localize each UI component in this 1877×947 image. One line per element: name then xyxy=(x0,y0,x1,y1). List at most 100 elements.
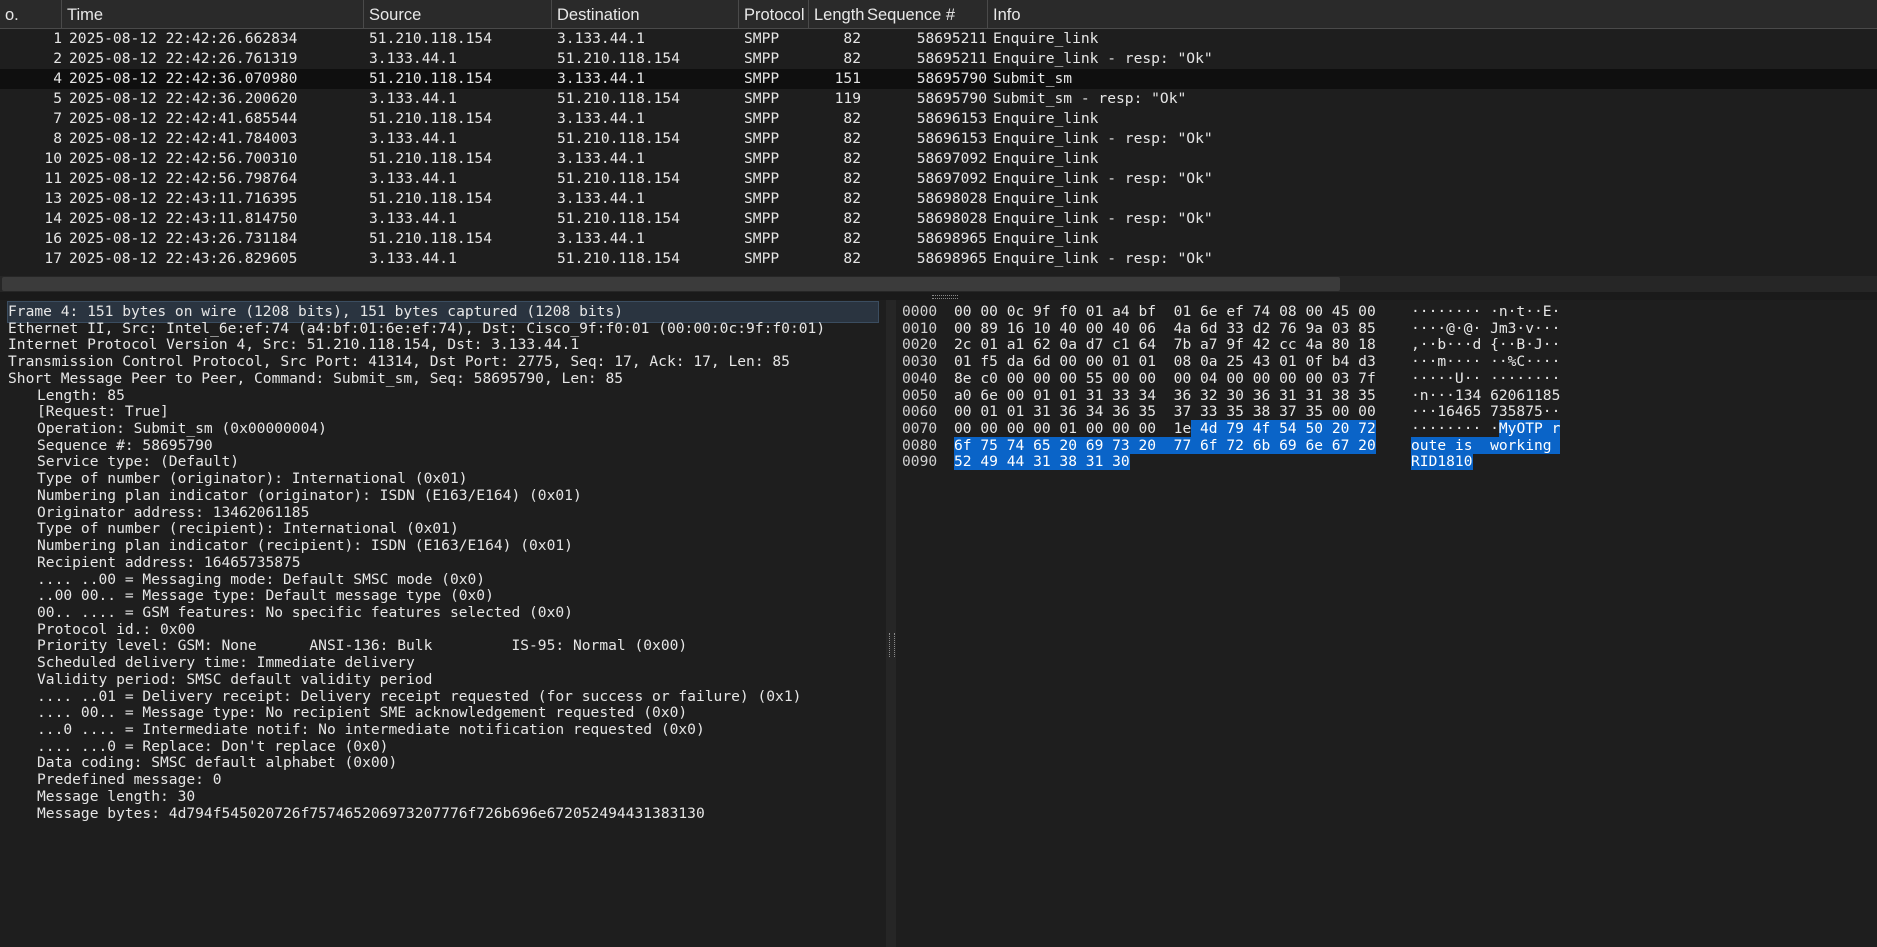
column-header-protocol[interactable]: Protocol xyxy=(739,0,809,28)
packet-source: 51.210.118.154 xyxy=(369,30,493,47)
packet-source: 3.133.44.1 xyxy=(369,90,457,107)
packet-sequence: 58698965 xyxy=(916,230,987,247)
selected-bytes: 6f 75 74 65 20 69 73 20 77 6f 72 6b 69 6… xyxy=(954,436,1376,454)
packet-source: 51.210.118.154 xyxy=(369,190,493,207)
packet-rows: 1 2025-08-12 22:42:26.662834 51.210.118.15… xyxy=(0,29,1877,269)
packet-destination: 3.133.44.1 xyxy=(557,110,645,127)
packet-list-pane[interactable]: o. Time Source Destination Protocol Leng… xyxy=(0,0,1877,276)
packet-info: Enquire_link xyxy=(993,190,1099,207)
packet-sequence: 58698028 xyxy=(916,190,987,207)
packet-row[interactable]: 11 2025-08-12 22:42:56.798764 3.133.44.1 51… xyxy=(0,169,1877,189)
packet-sequence: 58695790 xyxy=(916,70,987,87)
packet-row[interactable]: 16 2025-08-12 22:43:26.731184 51.210.118.1… xyxy=(0,229,1877,249)
column-header-time[interactable]: Time xyxy=(62,0,364,28)
packet-info: Enquire_link - resp: "Ok" xyxy=(993,250,1213,267)
packet-protocol: SMPP xyxy=(744,110,780,127)
packet-destination: 51.210.118.154 xyxy=(557,210,681,227)
packet-length: 82 xyxy=(843,130,861,147)
packet-time: 2025-08-12 22:42:56.700310 xyxy=(69,150,298,167)
packet-time: 2025-08-12 22:42:36.200620 xyxy=(69,90,298,107)
hex-bytes[interactable]: 52 49 44 31 38 31 30 xyxy=(954,452,1130,472)
packet-length: 119 xyxy=(834,90,861,107)
packet-row[interactable]: 10 2025-08-12 22:42:56.700310 51.210.118.1… xyxy=(0,149,1877,169)
packet-destination: 51.210.118.154 xyxy=(557,250,681,267)
packet-source: 3.133.44.1 xyxy=(369,210,457,227)
packet-protocol: SMPP xyxy=(744,130,780,147)
packet-number: 4 xyxy=(53,70,62,87)
packet-info: Enquire_link xyxy=(993,150,1099,167)
packet-length: 82 xyxy=(843,50,861,67)
packet-protocol: SMPP xyxy=(744,90,780,107)
packet-source: 3.133.44.1 xyxy=(369,130,457,147)
packet-row[interactable]: 8 2025-08-12 22:42:41.784003 3.133.44.1 51.… xyxy=(0,129,1877,149)
packet-source: 51.210.118.154 xyxy=(369,230,493,247)
packet-destination: 3.133.44.1 xyxy=(557,150,645,167)
column-header-destination[interactable]: Destination xyxy=(552,0,739,28)
packet-info: Submit_sm xyxy=(993,70,1073,87)
packet-source: 3.133.44.1 xyxy=(369,50,457,67)
packet-sequence: 58695211 xyxy=(916,50,987,67)
packet-source: 51.210.118.154 xyxy=(369,110,493,127)
packet-row-selected[interactable]: 4 2025-08-12 22:42:36.070980 51.210.118.15… xyxy=(0,69,1877,89)
packet-time: 2025-08-12 22:42:56.798764 xyxy=(69,170,298,187)
scrollbar-thumb[interactable] xyxy=(2,277,1340,291)
column-header-sequence[interactable]: Sequence # xyxy=(862,0,988,28)
packet-number: 13 xyxy=(44,190,62,207)
packet-sequence: 58695790 xyxy=(916,90,987,107)
packet-sequence: 58697092 xyxy=(916,150,987,167)
packet-row[interactable]: 2 2025-08-12 22:42:26.761319 3.133.44.1 51.… xyxy=(0,49,1877,69)
packet-protocol: SMPP xyxy=(744,150,780,167)
packet-number: 8 xyxy=(53,130,62,147)
selected-bytes: 4d 79 4f 54 50 20 72 xyxy=(1191,420,1376,438)
packet-protocol: SMPP xyxy=(744,50,780,67)
packet-info: Enquire_link - resp: "Ok" xyxy=(993,210,1213,227)
packet-destination: 51.210.118.154 xyxy=(557,170,681,187)
packet-length: 82 xyxy=(843,150,861,167)
packet-row[interactable]: 14 2025-08-12 22:43:11.814750 3.133.44.1 51… xyxy=(0,209,1877,229)
packet-destination: 3.133.44.1 xyxy=(557,230,645,247)
packet-sequence: 58698028 xyxy=(916,210,987,227)
packet-number: 14 xyxy=(44,210,62,227)
hex-row[interactable]: 0090 52 49 44 31 38 31 30 RID1810 xyxy=(896,452,1877,472)
vertical-splitter[interactable] xyxy=(886,300,896,947)
packet-row[interactable]: 5 2025-08-12 22:42:36.200620 3.133.44.1 51.… xyxy=(0,89,1877,109)
detail-field[interactable]: Message bytes: 4d794f545020726f757465206… xyxy=(37,804,705,824)
packet-time: 2025-08-12 22:43:26.731184 xyxy=(69,230,298,247)
packet-length: 151 xyxy=(834,70,861,87)
packet-number: 10 xyxy=(44,150,62,167)
column-header-info[interactable]: Info xyxy=(988,0,1877,28)
packet-length: 82 xyxy=(843,110,861,127)
selected-bytes: oute is working xyxy=(1411,436,1561,454)
column-header-length[interactable]: Length xyxy=(809,0,864,28)
packet-info: Enquire_link - resp: "Ok" xyxy=(993,50,1213,67)
packet-destination: 51.210.118.154 xyxy=(557,130,681,147)
packet-info: Enquire_link xyxy=(993,230,1099,247)
packet-details-pane[interactable]: Frame 4: 151 bytes on wire (1208 bits), … xyxy=(0,300,886,947)
packet-info: Enquire_link xyxy=(993,110,1099,127)
packet-time: 2025-08-12 22:43:26.829605 xyxy=(69,250,298,267)
packet-row[interactable]: 17 2025-08-12 22:43:26.829605 3.133.44.1 51… xyxy=(0,249,1877,269)
packet-protocol: SMPP xyxy=(744,250,780,267)
packet-row[interactable]: 7 2025-08-12 22:42:41.685544 51.210.118.15… xyxy=(0,109,1877,129)
packet-destination: 3.133.44.1 xyxy=(557,30,645,47)
packet-protocol: SMPP xyxy=(744,210,780,227)
column-header-source[interactable]: Source xyxy=(364,0,552,28)
packet-time: 2025-08-12 22:43:11.716395 xyxy=(69,190,298,207)
selected-bytes: RID1810 xyxy=(1411,453,1473,471)
column-header-no[interactable]: o. xyxy=(0,0,62,28)
packet-destination: 51.210.118.154 xyxy=(557,90,681,107)
packet-number: 5 xyxy=(53,90,62,107)
packet-number: 7 xyxy=(53,110,62,127)
packet-sequence: 58697092 xyxy=(916,170,987,187)
packet-source: 51.210.118.154 xyxy=(369,150,493,167)
packet-sequence: 58698965 xyxy=(916,250,987,267)
hex-ascii[interactable]: RID1810 xyxy=(1411,452,1473,472)
packet-row[interactable]: 13 2025-08-12 22:43:11.716395 51.210.118.1… xyxy=(0,189,1877,209)
packet-info: Enquire_link - resp: "Ok" xyxy=(993,170,1213,187)
packet-destination: 3.133.44.1 xyxy=(557,190,645,207)
packet-protocol: SMPP xyxy=(744,230,780,247)
packet-protocol: SMPP xyxy=(744,190,780,207)
packet-sequence: 58696153 xyxy=(916,130,987,147)
packet-row[interactable]: 1 2025-08-12 22:42:26.662834 51.210.118.15… xyxy=(0,29,1877,49)
packet-bytes-pane[interactable]: 0000 00 00 0c 9f f0 01 a4 bf 01 6e ef 74 … xyxy=(896,300,1877,947)
